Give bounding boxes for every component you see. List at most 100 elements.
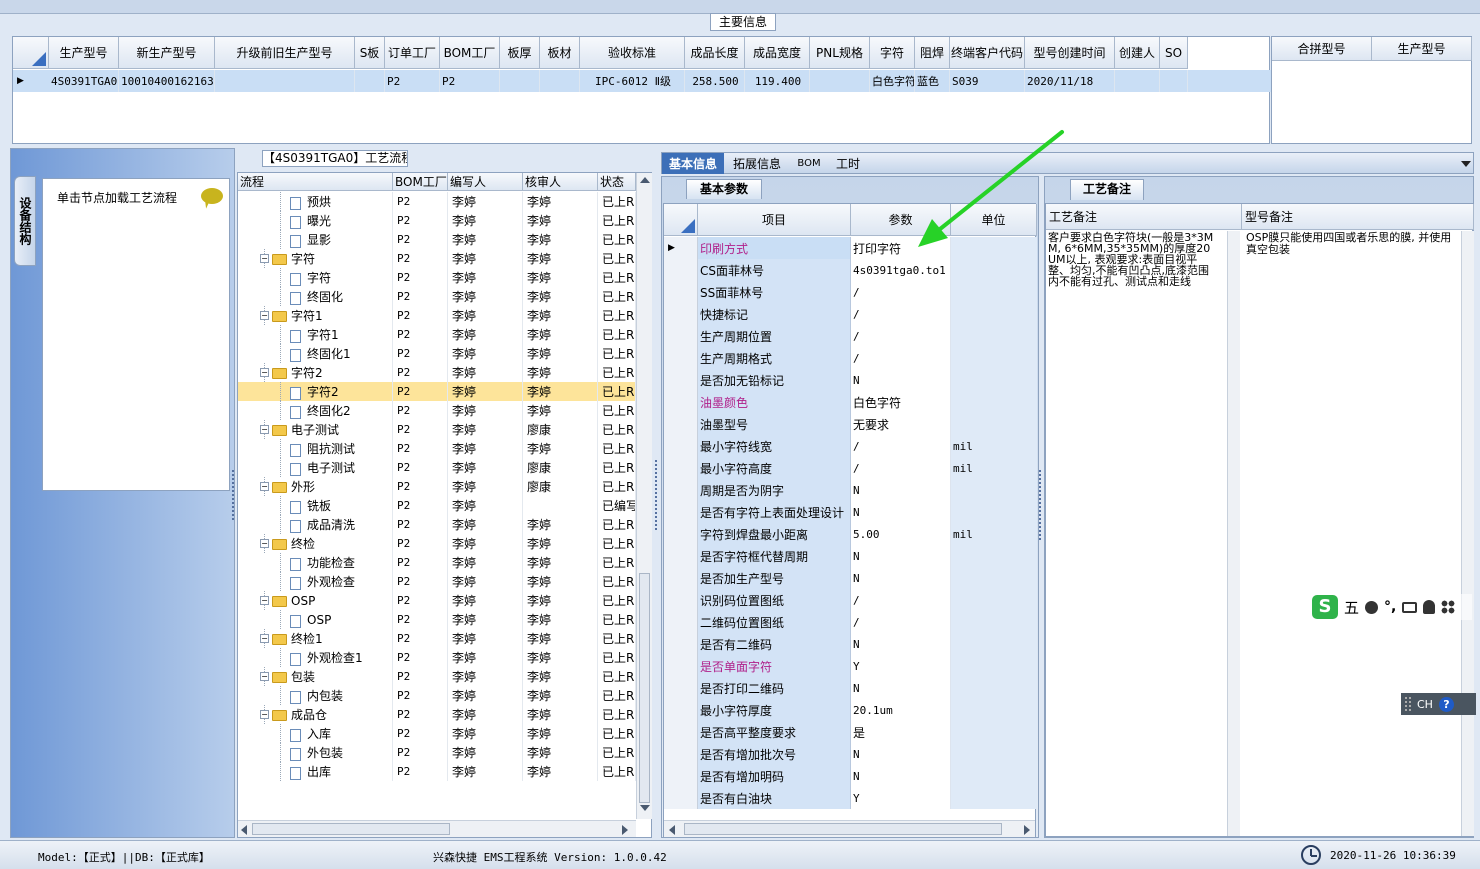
process-row[interactable]: − 终检1 P2 李婷 李婷 已上R <box>238 629 636 648</box>
process-node[interactable]: 阻抗测试 <box>290 439 355 458</box>
process-row[interactable]: 铣板 P2 李婷 已编写 <box>238 496 636 515</box>
main-col-header[interactable]: 生产型号 <box>49 37 119 69</box>
process-row[interactable]: 预烘 P2 李婷 李婷 已上R <box>238 192 636 211</box>
row-indicator[interactable] <box>664 567 698 589</box>
param-row[interactable]: 最小字符高度 / mil <box>664 457 1037 479</box>
main-col-header[interactable]: 终端客户代码 <box>950 37 1025 69</box>
param-item[interactable]: 识别码位置图纸 <box>698 589 851 611</box>
process-name-cell[interactable]: − OSP <box>238 591 393 610</box>
main-col-header[interactable]: 字符 <box>870 37 915 69</box>
param-row[interactable]: 是否有增加批次号 N <box>664 743 1037 765</box>
param-item[interactable]: 是否字符框代替周期 <box>698 545 851 567</box>
params-hscroll-right[interactable] <box>1024 825 1030 835</box>
node-hint-box[interactable]: 单击节点加载工艺流程 <box>42 178 230 491</box>
param-item[interactable]: 生产周期格式 <box>698 347 851 369</box>
process-tree-grid[interactable]: 流程 BOM工厂 编写人 核审人 状态 预烘 P2 李婷 李婷 已上R 曝光 P2 李婷 李婷 已上R 显影… <box>237 172 652 838</box>
param-value[interactable]: / <box>851 347 951 369</box>
process-status-cell[interactable]: 已上R <box>598 648 636 667</box>
punctuation-icon[interactable]: °, <box>1384 599 1396 615</box>
param-unit[interactable] <box>951 611 1037 633</box>
param-unit[interactable] <box>951 589 1037 611</box>
process-writer-cell[interactable]: 李婷 <box>448 420 523 439</box>
process-row[interactable]: 终固化 P2 李婷 李婷 已上R <box>238 287 636 306</box>
row-indicator[interactable] <box>664 303 698 325</box>
collapse-icon[interactable]: − <box>260 482 269 491</box>
main-cell[interactable] <box>355 70 385 92</box>
process-writer-cell[interactable]: 李婷 <box>448 515 523 534</box>
tab-basic-info[interactable]: 基本信息 <box>662 153 724 174</box>
main-cell[interactable] <box>1160 70 1188 92</box>
process-bom-cell[interactable]: P2 <box>393 629 448 648</box>
param-value[interactable]: N <box>851 369 951 391</box>
row-indicator[interactable] <box>664 347 698 369</box>
process-row[interactable]: 终固化1 P2 李婷 李婷 已上R <box>238 344 636 363</box>
param-unit[interactable] <box>951 413 1037 435</box>
param-row[interactable]: 是否有二维码 N <box>664 633 1037 655</box>
process-reviewer-cell[interactable]: 李婷 <box>523 439 598 458</box>
process-hscrollbar[interactable] <box>238 820 636 837</box>
process-writer-cell[interactable]: 李婷 <box>448 534 523 553</box>
param-item[interactable]: 最小字符高度 <box>698 457 851 479</box>
process-reviewer-cell[interactable]: 李婷 <box>523 230 598 249</box>
main-col-header[interactable]: 阻焊 <box>915 37 950 69</box>
row-indicator[interactable] <box>664 655 698 677</box>
param-item[interactable]: 是否单面字符 <box>698 655 851 677</box>
process-bom-cell[interactable]: P2 <box>393 477 448 496</box>
process-node[interactable]: 功能检查 <box>290 553 355 572</box>
splitter-mid[interactable] <box>655 460 659 530</box>
collapse-icon[interactable]: − <box>260 311 269 320</box>
row-indicator[interactable] <box>664 545 698 567</box>
param-row[interactable]: 油墨颜色 白色字符 <box>664 391 1037 413</box>
process-row[interactable]: 外观检查1 P2 李婷 李婷 已上R <box>238 648 636 667</box>
collapse-icon[interactable]: − <box>260 425 269 434</box>
subtab-basic-params[interactable]: 基本参数 <box>686 179 762 199</box>
process-row[interactable]: 终固化2 P2 李婷 李婷 已上R <box>238 401 636 420</box>
param-unit[interactable]: mil <box>951 457 1037 479</box>
process-writer-cell[interactable]: 李婷 <box>448 477 523 496</box>
sogou-icon[interactable]: S <box>1312 595 1338 619</box>
apps-icon[interactable] <box>1441 600 1456 614</box>
process-status-cell[interactable]: 已上R <box>598 724 636 743</box>
main-col-header[interactable]: 升级前旧生产型号 <box>215 37 355 69</box>
process-writer-cell[interactable]: 李婷 <box>448 211 523 230</box>
process-name-cell[interactable]: 外观检查 <box>238 572 393 591</box>
process-name-cell[interactable]: 曝光 <box>238 211 393 230</box>
param-unit[interactable] <box>951 501 1037 523</box>
process-node[interactable]: 字符2 <box>290 382 339 401</box>
row-indicator[interactable] <box>664 479 698 501</box>
param-item[interactable]: 是否有增加明码 <box>698 765 851 787</box>
process-reviewer-cell[interactable]: 李婷 <box>523 724 598 743</box>
process-status-cell[interactable]: 已上R <box>598 268 636 287</box>
process-bom-cell[interactable]: P2 <box>393 534 448 553</box>
process-reviewer-cell[interactable]: 李婷 <box>523 553 598 572</box>
tab-bom[interactable]: BOM <box>790 153 828 174</box>
row-indicator[interactable] <box>664 677 698 699</box>
param-value[interactable]: N <box>851 743 951 765</box>
process-row[interactable]: 阻抗测试 P2 李婷 李婷 已上R <box>238 439 636 458</box>
param-value[interactable]: N <box>851 633 951 655</box>
param-value[interactable]: 是 <box>851 721 951 743</box>
process-reviewer-cell[interactable]: 李婷 <box>523 515 598 534</box>
main-col-header[interactable]: 型号创建时间 <box>1025 37 1115 69</box>
process-writer-cell[interactable]: 李婷 <box>448 686 523 705</box>
param-unit[interactable] <box>951 325 1037 347</box>
process-node[interactable]: − 包装 <box>260 667 315 686</box>
param-row[interactable]: 是否有增加明码 N <box>664 765 1037 787</box>
splitter-right[interactable] <box>1039 470 1043 540</box>
param-unit[interactable]: mil <box>951 523 1037 545</box>
param-item[interactable]: 生产周期位置 <box>698 325 851 347</box>
param-item[interactable]: 最小字符线宽 <box>698 435 851 457</box>
row-indicator[interactable] <box>664 369 698 391</box>
process-name-cell[interactable]: 铣板 <box>238 496 393 515</box>
process-status-cell[interactable]: 已上R <box>598 344 636 363</box>
main-cell[interactable]: P2 <box>385 70 440 92</box>
process-node[interactable]: 电子测试 <box>290 458 355 477</box>
process-bom-cell[interactable]: P2 <box>393 401 448 420</box>
main-cell[interactable]: 白色字符 <box>870 70 915 92</box>
tab-extended-info[interactable]: 拓展信息 <box>724 153 790 174</box>
param-item[interactable]: 快捷标记 <box>698 303 851 325</box>
process-status-cell[interactable]: 已上R <box>598 743 636 762</box>
main-cell[interactable]: IPC-6012 Ⅱ级 <box>580 70 685 92</box>
param-row[interactable]: 是否加生产型号 N <box>664 567 1037 589</box>
process-reviewer-cell[interactable]: 李婷 <box>523 268 598 287</box>
